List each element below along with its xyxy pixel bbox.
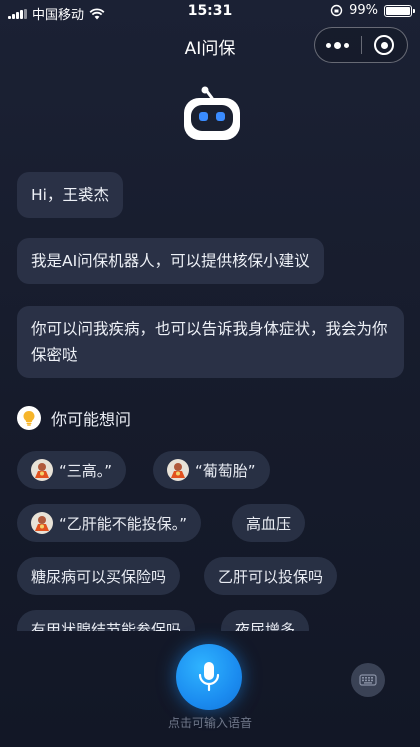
chat-bubble-greeting: Hi，王裘杰 — [17, 172, 123, 218]
suggestion-chip[interactable]: “三高。” — [17, 451, 127, 489]
avatar — [167, 459, 189, 481]
suggestion-chip[interactable]: “乙肝能不能投保。” — [17, 504, 202, 542]
close-button[interactable] — [361, 28, 407, 62]
suggestion-chip-label: “乙肝能不能投保。” — [59, 514, 188, 533]
lightbulb-icon — [17, 406, 41, 430]
miniprogram-capsule — [314, 27, 408, 63]
suggestion-chip-label: 有甲状腺结节能参保吗 — [31, 620, 182, 632]
status-bar: 中国移动 15:31 99% — [0, 0, 420, 24]
status-right: 99% — [330, 3, 415, 18]
suggestions-heading-label: 你可能想问 — [51, 410, 132, 429]
suggestion-chip[interactable]: 糖尿病可以买保险吗 — [17, 557, 181, 595]
chat-bubble-hint: 你可以问我疾病，也可以告诉我身体症状，我会为你保密哒 — [17, 306, 404, 378]
robot-icon — [184, 86, 240, 140]
target-close-icon — [374, 35, 395, 55]
suggestion-chip[interactable]: “葡萄胎” — [153, 451, 270, 489]
suggestion-chip-label: 乙肝可以投保吗 — [218, 567, 324, 586]
suggestion-chip[interactable]: 有甲状腺结节能参保吗 — [17, 610, 196, 632]
microphone-icon — [198, 662, 220, 692]
suggestion-chip-label: “三高。” — [59, 461, 113, 480]
suggestion-chip-label: “葡萄胎” — [195, 461, 256, 480]
suggestion-chip[interactable]: 高血压 — [232, 504, 306, 542]
suggestion-chip-label: 夜尿增多 — [235, 620, 296, 632]
battery-fill — [386, 6, 410, 15]
battery-percent: 99% — [349, 3, 378, 18]
suggestion-chip-label: 高血压 — [246, 514, 292, 533]
keyboard-icon — [359, 674, 377, 686]
battery-icon — [384, 4, 415, 17]
rotation-lock-icon — [330, 4, 343, 17]
avatar — [31, 512, 53, 534]
suggestion-chip[interactable]: 夜尿增多 — [221, 610, 310, 632]
more-button[interactable] — [315, 28, 361, 62]
suggestion-list: “三高。” “葡萄胎” “乙肝能不能投保。” 高血压 糖尿病可以买保险吗 乙肝可… — [17, 451, 412, 631]
avatar — [31, 459, 53, 481]
suggestion-chip[interactable]: 乙肝可以投保吗 — [204, 557, 338, 595]
chat-bubble-intro: 我是AI问保机器人，可以提供核保小建议 — [17, 238, 324, 284]
voice-input-button[interactable] — [176, 644, 242, 710]
suggestion-chip-label: 糖尿病可以买保险吗 — [31, 567, 167, 586]
suggestions-heading: 你可能想问 — [17, 406, 131, 430]
more-dots-icon — [326, 41, 350, 49]
keyboard-toggle-button[interactable] — [351, 663, 385, 697]
voice-input-hint: 点击可输入语音 — [167, 716, 252, 730]
